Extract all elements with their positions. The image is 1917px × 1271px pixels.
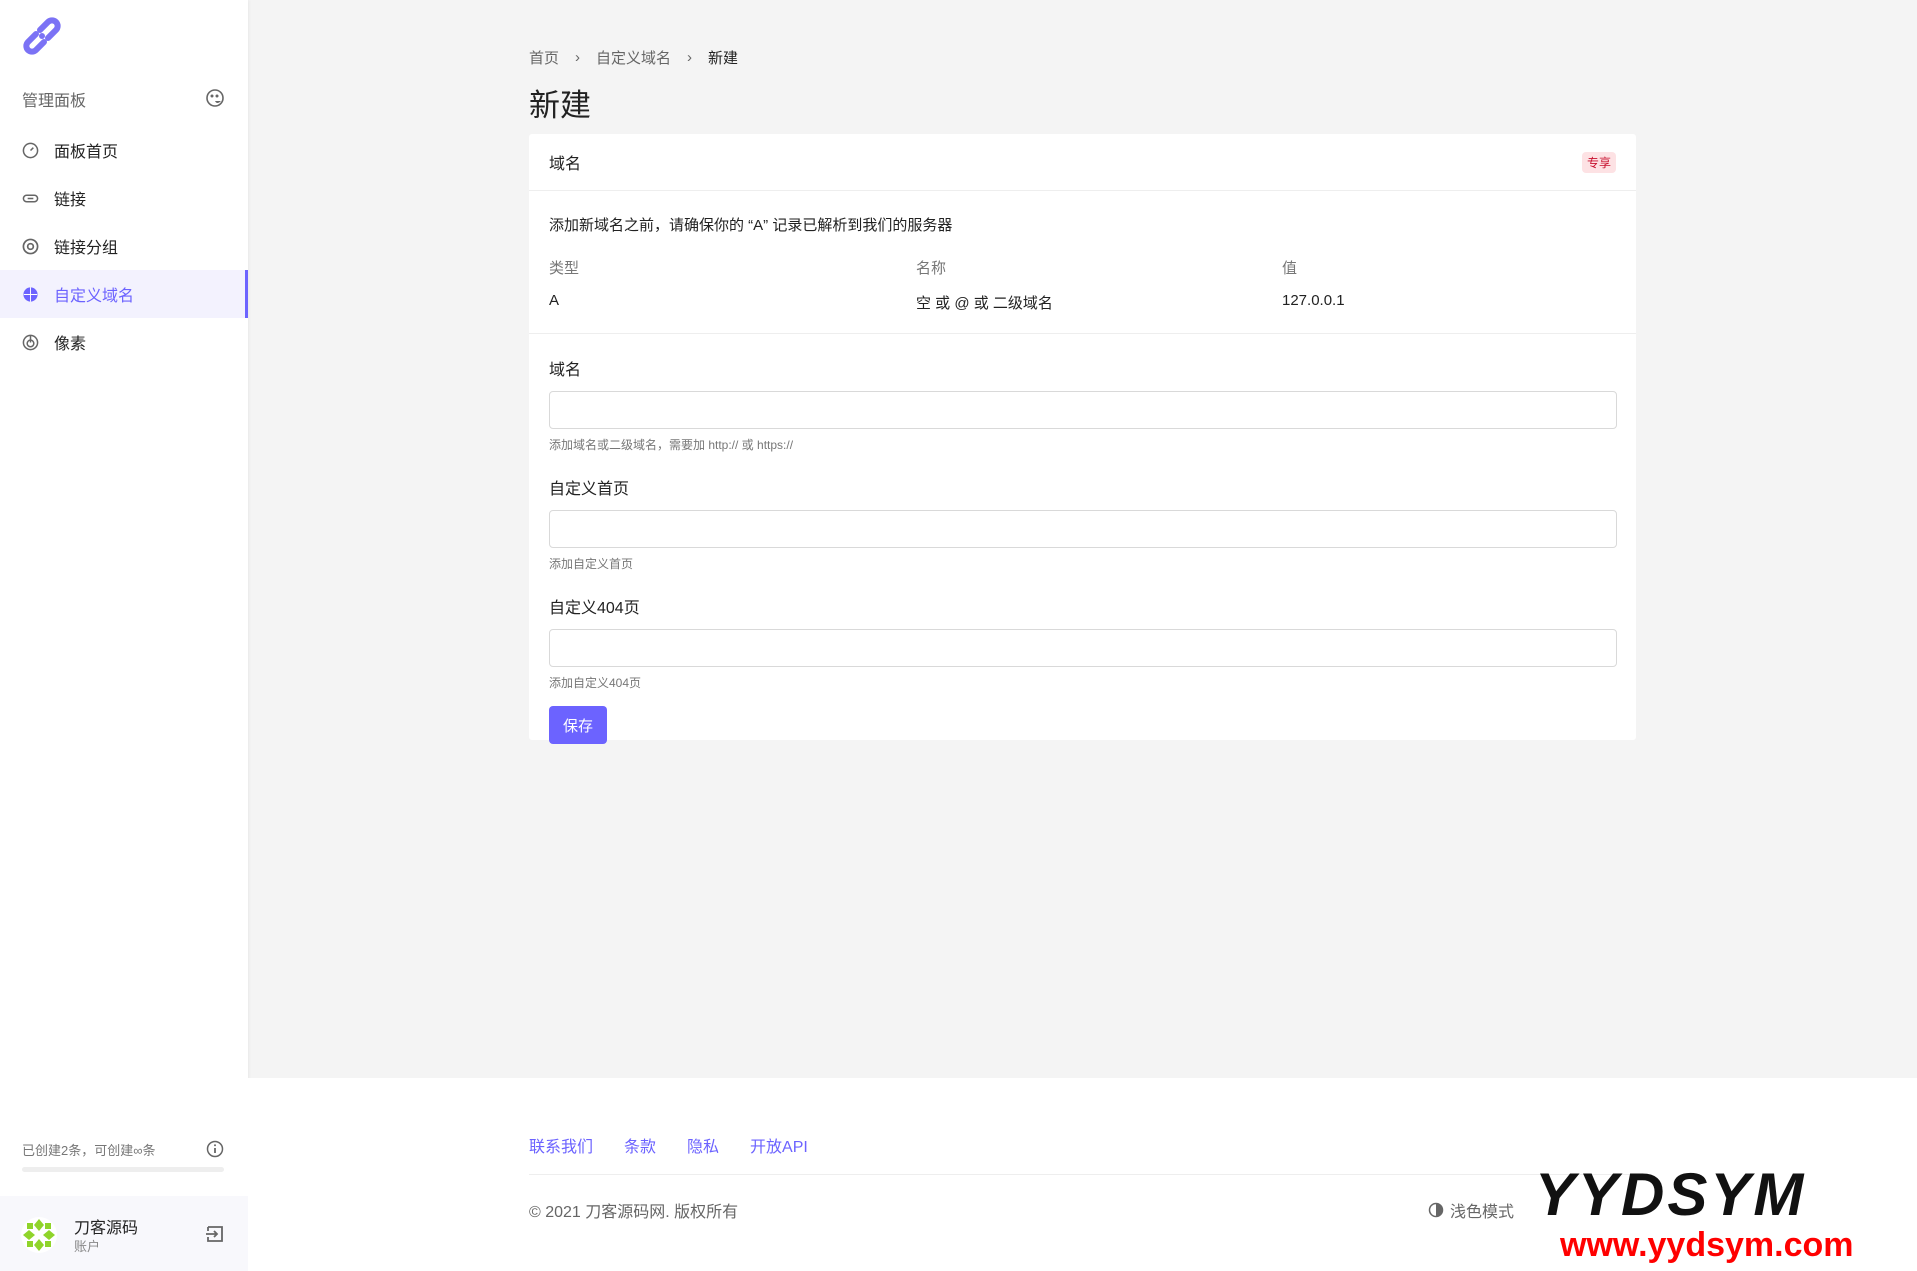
premium-badge: 专享 xyxy=(1581,151,1616,173)
custom-index-input[interactable] xyxy=(549,510,1617,548)
footer-link-terms[interactable]: 条款 xyxy=(624,1133,656,1157)
quota-text: 已创建2条，可创建∞条 xyxy=(22,1143,156,1158)
breadcrumb-home[interactable]: 首页 xyxy=(529,47,559,68)
footer-divider xyxy=(529,1174,1636,1175)
footer-link-api[interactable]: 开放API xyxy=(750,1133,808,1157)
sidebar-item-label: 像素 xyxy=(54,336,87,353)
sidebar-item-label: 自定义域名 xyxy=(54,288,135,305)
breadcrumb-custom-domains[interactable]: 自定义域名 xyxy=(596,47,671,68)
domain-label: 域名 xyxy=(549,362,582,379)
pixel-icon xyxy=(22,334,39,350)
link-icon xyxy=(22,193,39,203)
half-circle-icon xyxy=(1428,1202,1444,1218)
palette-icon[interactable] xyxy=(206,89,224,107)
watermark: YYDSYM www.yydsym.com xyxy=(1535,1165,1905,1265)
logout-icon[interactable] xyxy=(205,1224,225,1244)
ip-value: 127.0.0.1 xyxy=(1282,292,1345,309)
theme-label: 浅色模式 xyxy=(1450,1204,1515,1221)
watermark-title: YYDSYM xyxy=(1535,1161,1807,1228)
breadcrumb-current: 新建 xyxy=(708,50,739,67)
watermark-url: www.yydsym.com xyxy=(1560,1226,1854,1264)
footer-link-contact[interactable]: 联系我们 xyxy=(529,1133,593,1157)
theme-toggle[interactable]: 浅色模式 xyxy=(1428,1198,1514,1222)
type-value: A xyxy=(549,292,560,309)
sidebar-item-label: 面板首页 xyxy=(54,144,119,161)
user-name: 刀客源码 xyxy=(74,1220,139,1237)
domain-help: 添加域名或二级域名，需要加 http:// 或 https:// xyxy=(549,438,794,452)
domain-input[interactable] xyxy=(549,391,1617,429)
name-value: 空 或 @ 或 二级域名 xyxy=(916,295,1053,312)
quota-progress-bar xyxy=(22,1167,224,1172)
avatar xyxy=(21,1217,57,1253)
col-type-header: 类型 xyxy=(549,260,580,277)
col-name-header: 名称 xyxy=(916,260,947,277)
sidebar-menu: 面板首页 链接 链接分组 自定义域名 像素 xyxy=(0,126,248,366)
custom-404-input[interactable] xyxy=(549,629,1617,667)
domain-card: 域名 专享 添加新域名之前，请确保你的 “A” 记录已解析到我们的服务器 类型 名… xyxy=(529,134,1636,744)
custom-index-help: 添加自定义首页 xyxy=(549,557,634,571)
panel-title: 管理面板 xyxy=(22,93,87,110)
domain-form: 域名 添加域名或二级域名，需要加 http:// 或 https:// 自定义首… xyxy=(529,334,1636,766)
footer-link-privacy[interactable]: 隐私 xyxy=(687,1133,719,1157)
info-icon[interactable] xyxy=(206,1140,224,1158)
globe-icon xyxy=(23,286,38,302)
user-role: 账户 xyxy=(74,1239,101,1254)
dns-info: 添加新域名之前，请确保你的 “A” 记录已解析到我们的服务器 类型 名称 值 A… xyxy=(529,191,1636,334)
sidebar-item-dashboard[interactable]: 面板首页 xyxy=(0,126,248,174)
sidebar-item-link-groups[interactable]: 链接分组 xyxy=(0,222,248,270)
logo-link-icon[interactable] xyxy=(20,14,64,58)
dns-notice: 添加新域名之前，请确保你的 “A” 记录已解析到我们的服务器 xyxy=(549,217,953,234)
custom-404-label: 自定义404页 xyxy=(549,600,640,617)
sidebar-item-label: 链接 xyxy=(54,192,87,209)
sidebar-item-custom-domains[interactable]: 自定义域名 xyxy=(0,270,248,318)
card-title: 域名 xyxy=(549,156,582,173)
page-title: 新建 xyxy=(529,88,591,123)
dashboard-icon xyxy=(22,142,39,158)
custom-index-label: 自定义首页 xyxy=(549,481,630,498)
user-block[interactable]: 刀客源码 账户 xyxy=(0,1196,248,1271)
sidebar: 管理面板 面板首页 链接 链接分组 自定义域名 像素 已创建2条，可创建∞条 刀… xyxy=(0,0,248,1271)
copyright: © 2021 刀客源码网. 版权所有 xyxy=(529,1204,739,1221)
custom-404-help: 添加自定义404页 xyxy=(549,676,642,690)
save-button[interactable]: 保存 xyxy=(549,706,607,744)
chevron-right-icon: › xyxy=(575,49,581,66)
sidebar-item-pixels[interactable]: 像素 xyxy=(0,318,248,366)
breadcrumb: 首页 › 自定义域名 › 新建 xyxy=(529,47,738,68)
sidebar-item-label: 链接分组 xyxy=(54,240,119,257)
target-icon xyxy=(22,238,39,254)
sidebar-item-links[interactable]: 链接 xyxy=(0,174,248,222)
col-value-header: 值 xyxy=(1282,260,1298,277)
chevron-right-icon: › xyxy=(687,49,693,66)
